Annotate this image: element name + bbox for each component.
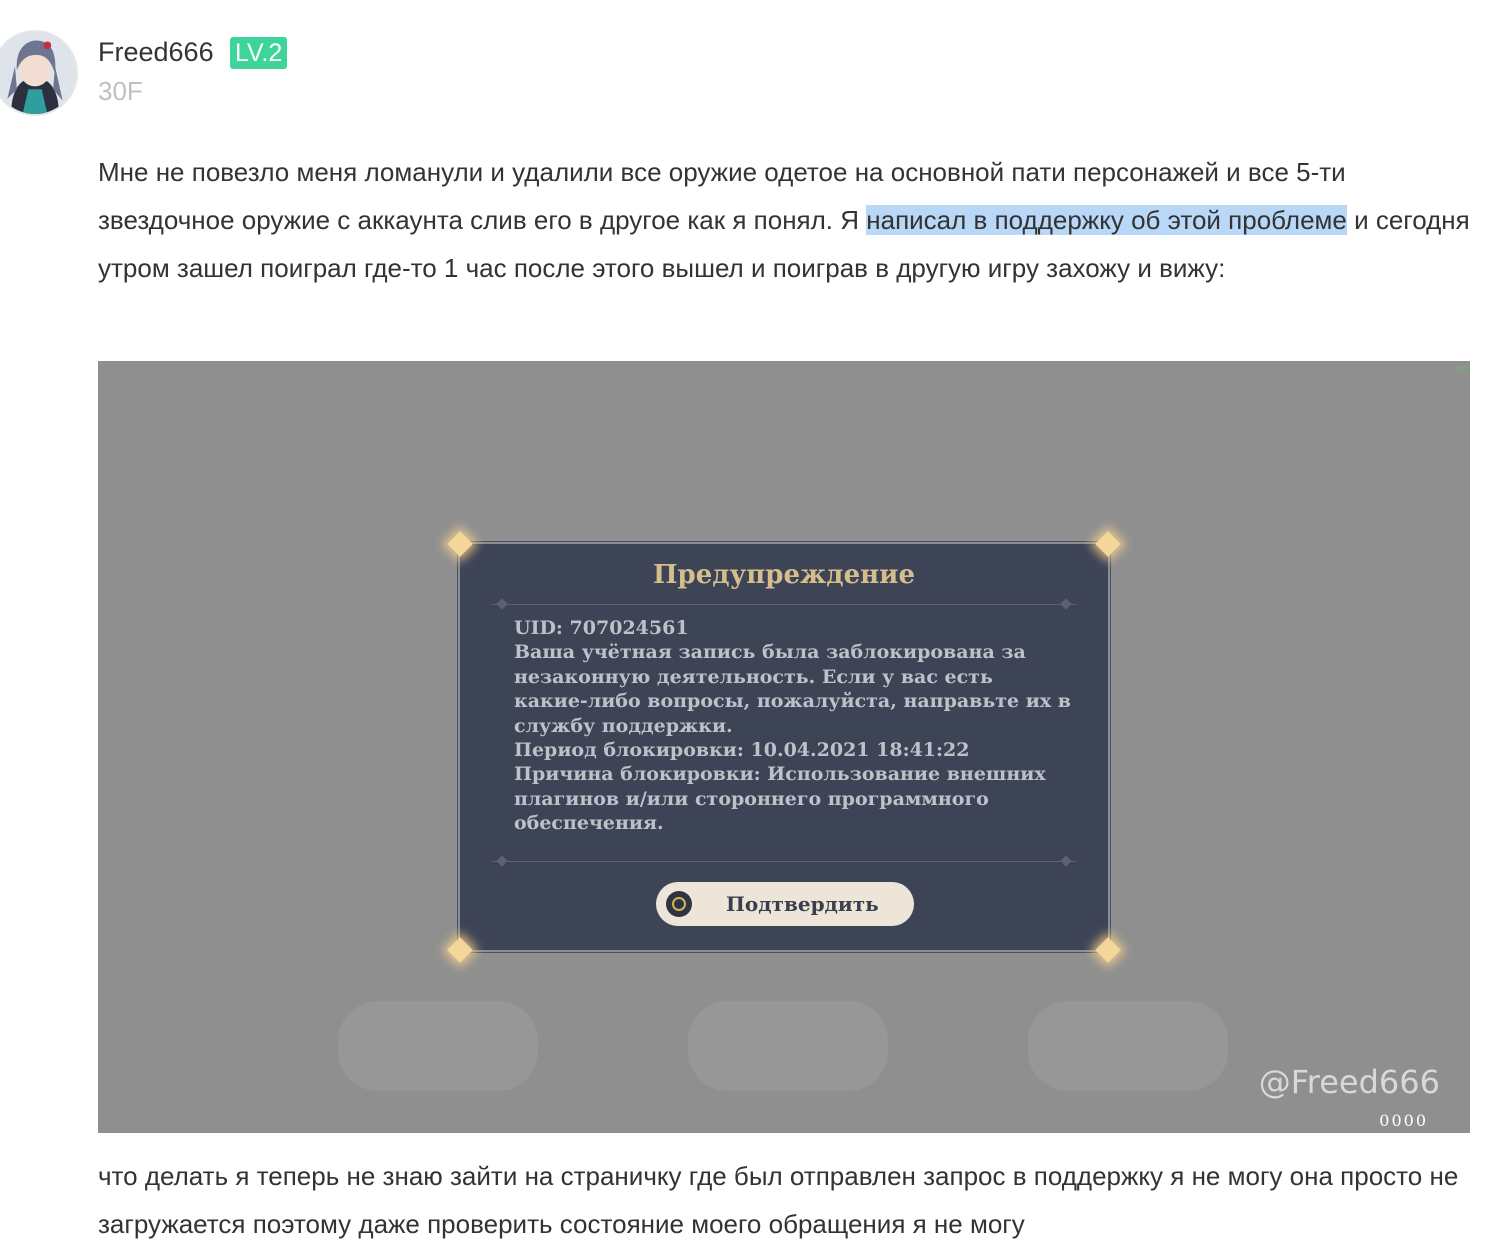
image-watermark: @Freed666 <box>1258 1063 1440 1101</box>
confirm-label: Подтвердить <box>726 892 879 916</box>
corner-ornament <box>447 937 473 963</box>
image-watermark-sub: 0000 <box>1379 1111 1428 1130</box>
anime-avatar-icon <box>0 32 76 114</box>
dialog-line: незаконную деятельность. Если у вас есть <box>514 665 993 688</box>
dialog-title: Предупреждение <box>653 560 915 590</box>
dialog-line: UID: 707024561 <box>514 617 689 639</box>
dialog-line: Ваша учётная запись была заблокирована з… <box>514 641 1026 664</box>
dialog-line: службу поддержки. <box>514 714 733 737</box>
warning-dialog: Предупреждение UID: 707024561 Ваша учётн… <box>447 531 1121 963</box>
corner-ornament <box>447 531 473 557</box>
blurred-background-shape <box>338 1001 538 1091</box>
corner-ornament <box>1095 937 1121 963</box>
fps-counter: 60 <box>1456 365 1468 376</box>
dialog-divider <box>492 604 1076 605</box>
dialog-line: Причина блокировки: Использование внешни… <box>514 763 1046 786</box>
post-image[interactable]: 60 Предупреждение UID: 707024561 Ваша уч… <box>98 361 1470 1133</box>
blurred-background-shape <box>688 1001 888 1091</box>
dialog-line: обеспечения. <box>514 812 664 835</box>
level-badge: LV.2 <box>230 37 288 69</box>
dialog-line: какие-либо вопросы, пожалуйста, направьт… <box>514 690 1071 713</box>
blurred-background-shape <box>1028 1001 1228 1091</box>
dialog-line: Период блокировки: 10.04.2021 18:41:22 <box>514 739 970 762</box>
dialog-line: плагинов и/или стороннего программного <box>514 787 989 810</box>
floor-number: 30F <box>98 76 143 106</box>
post-paragraph: Мне не повезло меня ломанули и удалили в… <box>98 148 1478 292</box>
highlighted-text: написал в поддержку об этой проблеме <box>866 205 1347 235</box>
post-paragraph: что делать я теперь не знаю зайти на стр… <box>98 1161 1459 1239</box>
dialog-message: UID: 707024561 Ваша учётная запись была … <box>514 616 1074 836</box>
confirm-button: Подтвердить <box>656 882 914 926</box>
circle-button-icon <box>666 891 692 917</box>
dialog-divider <box>492 861 1076 862</box>
avatar[interactable] <box>0 30 78 116</box>
corner-ornament <box>1095 531 1121 557</box>
author-name[interactable]: Freed666 <box>98 34 214 70</box>
